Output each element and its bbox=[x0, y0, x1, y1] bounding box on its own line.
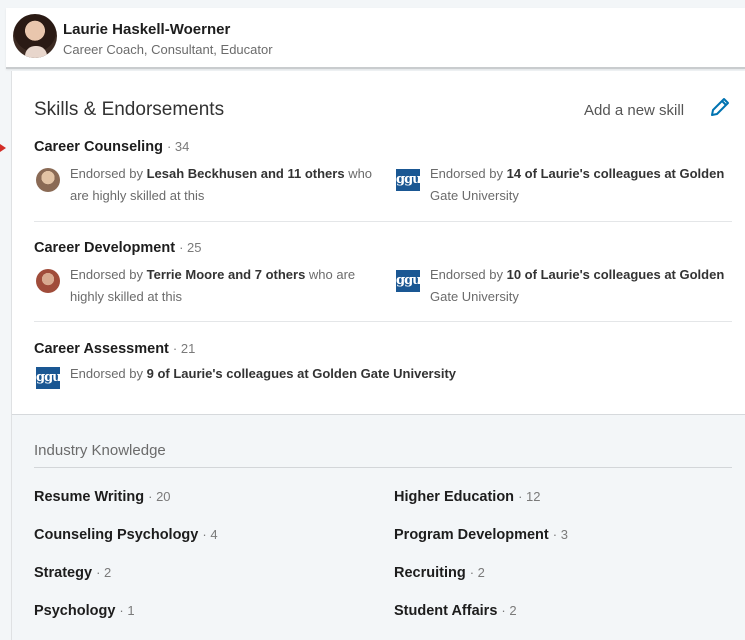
endorsement-count[interactable]: · 1 bbox=[119, 603, 134, 618]
endorsement-people[interactable]: Endorsed by Lesah Beckhusen and 11 other… bbox=[36, 163, 376, 207]
divider bbox=[34, 467, 732, 468]
endorsement-count[interactable]: · 12 bbox=[518, 489, 540, 504]
skill-item: Career Assessment · 21 ggu Endorsed by 9… bbox=[34, 341, 732, 401]
endorse-suffix: who are bbox=[305, 267, 356, 282]
endorsement-colleagues[interactable]: ggu Endorsed by 10 of Laurie's colleague… bbox=[396, 264, 732, 308]
skill-title[interactable]: Career Development · 25 bbox=[34, 240, 732, 256]
endorse-prefix: Endorsed by bbox=[430, 166, 507, 181]
skills-card: Skills & Endorsements Add a new skill Ca… bbox=[11, 71, 745, 640]
skill-title[interactable]: Career Assessment · 21 bbox=[34, 341, 732, 357]
endorser-avatar[interactable] bbox=[36, 269, 60, 293]
endorse-highlight: 9 of Laurie's colleagues at Golden Gate … bbox=[146, 366, 457, 381]
skill-item: Career Development · 25 Endorsed by Terr… bbox=[34, 240, 732, 320]
endorse-prefix: Endorsed by bbox=[430, 267, 507, 282]
endorse-prefix: Endorsed by bbox=[70, 267, 147, 282]
industry-skill[interactable]: Higher Education · 12 bbox=[394, 489, 540, 505]
endorse-line2: are highly skilled at this bbox=[70, 188, 205, 203]
profile-avatar[interactable] bbox=[13, 14, 57, 58]
divider bbox=[34, 221, 732, 222]
profile-name[interactable]: Laurie Haskell-Woerner bbox=[63, 21, 230, 38]
skill-name[interactable]: Career Assessment bbox=[34, 341, 169, 357]
endorser-avatar[interactable] bbox=[36, 168, 60, 192]
industry-knowledge-title: Industry Knowledge bbox=[34, 442, 166, 459]
endorse-line2: Gate University bbox=[430, 289, 519, 304]
endorse-highlight: 10 of Laurie's colleagues at Golden bbox=[506, 267, 725, 282]
skill-name[interactable]: Strategy bbox=[34, 565, 92, 581]
industry-skill[interactable]: Program Development · 3 bbox=[394, 527, 568, 543]
skill-item: Career Counseling · 34 Endorsed by Lesah… bbox=[34, 139, 732, 219]
endorse-line2: Gate University bbox=[430, 188, 519, 203]
endorsement-colleagues[interactable]: ggu Endorsed by 14 of Laurie's colleague… bbox=[396, 163, 732, 207]
endorsement-count[interactable]: · 21 bbox=[173, 341, 195, 356]
endorsement-count[interactable]: · 34 bbox=[167, 139, 189, 154]
industry-skill[interactable]: Recruiting · 2 bbox=[394, 565, 485, 581]
industry-skill[interactable]: Resume Writing · 20 bbox=[34, 489, 171, 505]
endorsement-count[interactable]: · 2 bbox=[501, 603, 516, 618]
skill-name[interactable]: Career Development bbox=[34, 240, 175, 256]
endorse-prefix: Endorsed by bbox=[70, 166, 147, 181]
industry-skill[interactable]: Student Affairs · 2 bbox=[394, 603, 517, 619]
red-arrow-marker bbox=[0, 144, 6, 152]
endorsement-count[interactable]: · 20 bbox=[148, 489, 170, 504]
pencil-icon[interactable] bbox=[708, 95, 732, 119]
skill-name[interactable]: Psychology bbox=[34, 603, 115, 619]
endorse-highlight: 14 of Laurie's colleagues at Golden bbox=[506, 166, 725, 181]
industry-skill[interactable]: Psychology · 1 bbox=[34, 603, 135, 619]
profile-header: Laurie Haskell-Woerner Career Coach, Con… bbox=[6, 8, 745, 69]
industry-skill[interactable]: Counseling Psychology · 4 bbox=[34, 527, 218, 543]
skill-name[interactable]: Counseling Psychology bbox=[34, 527, 198, 543]
endorse-highlight: Terrie Moore and 7 others bbox=[146, 267, 306, 282]
industry-skill[interactable]: Strategy · 2 bbox=[34, 565, 111, 581]
endorsement-people[interactable]: Endorsed by Terrie Moore and 7 others wh… bbox=[36, 264, 376, 308]
endorsement-colleagues[interactable]: ggu Endorsed by 9 of Laurie's colleagues… bbox=[36, 363, 636, 393]
endorsement-count[interactable]: · 25 bbox=[179, 240, 201, 255]
profile-headline: Career Coach, Consultant, Educator bbox=[63, 42, 273, 57]
endorsement-count[interactable]: · 3 bbox=[553, 527, 568, 542]
divider bbox=[34, 321, 732, 322]
endorsement-count[interactable]: · 4 bbox=[202, 527, 217, 542]
endorsement-count[interactable]: · 2 bbox=[470, 565, 485, 580]
skill-name[interactable]: Student Affairs bbox=[394, 603, 497, 619]
skill-name[interactable]: Recruiting bbox=[394, 565, 466, 581]
skill-name[interactable]: Resume Writing bbox=[34, 489, 144, 505]
endorse-highlight: Lesah Beckhusen and 11 others bbox=[146, 166, 345, 181]
endorse-prefix: Endorsed by bbox=[70, 366, 147, 381]
add-skill-button[interactable]: Add a new skill bbox=[584, 102, 684, 119]
endorse-line2: highly skilled at this bbox=[70, 289, 182, 304]
ggu-logo-icon: ggu bbox=[396, 270, 422, 292]
ggu-logo-icon: ggu bbox=[36, 367, 62, 389]
section-title: Skills & Endorsements bbox=[34, 99, 225, 120]
skill-title[interactable]: Career Counseling · 34 bbox=[34, 139, 732, 155]
skill-name[interactable]: Career Counseling bbox=[34, 139, 163, 155]
skill-name[interactable]: Higher Education bbox=[394, 489, 514, 505]
ggu-logo-icon: ggu bbox=[396, 169, 422, 191]
industry-knowledge-section: Industry Knowledge Resume Writing · 20 H… bbox=[12, 414, 745, 640]
endorsement-count[interactable]: · 2 bbox=[96, 565, 111, 580]
skill-name[interactable]: Program Development bbox=[394, 527, 549, 543]
endorse-suffix: who bbox=[344, 166, 373, 181]
